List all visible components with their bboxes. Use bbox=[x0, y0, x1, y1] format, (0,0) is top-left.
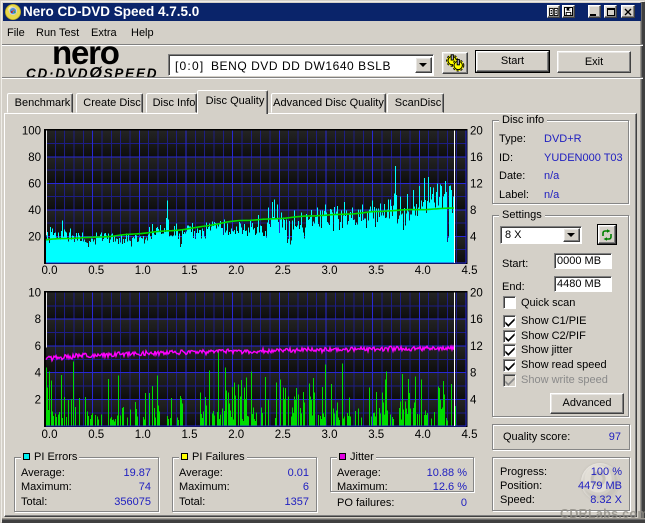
svg-text:8: 8 bbox=[470, 205, 476, 217]
svg-text:0.5: 0.5 bbox=[88, 429, 104, 441]
svg-text:20: 20 bbox=[470, 287, 483, 299]
svg-text:60: 60 bbox=[28, 178, 41, 190]
svg-text:0.5: 0.5 bbox=[88, 265, 104, 277]
svg-text:12: 12 bbox=[470, 178, 483, 190]
svg-text:2.0: 2.0 bbox=[228, 265, 244, 277]
svg-text:3.0: 3.0 bbox=[322, 429, 338, 441]
svg-text:80: 80 bbox=[28, 152, 41, 164]
svg-text:1.0: 1.0 bbox=[135, 265, 151, 277]
svg-text:6: 6 bbox=[35, 341, 41, 353]
svg-text:1.0: 1.0 bbox=[135, 429, 151, 441]
svg-text:4.0: 4.0 bbox=[415, 265, 431, 277]
svg-text:3.0: 3.0 bbox=[322, 265, 338, 277]
svg-text:20: 20 bbox=[470, 125, 483, 137]
svg-text:2.0: 2.0 bbox=[228, 429, 244, 441]
svg-text:4.0: 4.0 bbox=[415, 429, 431, 441]
svg-text:8: 8 bbox=[35, 314, 41, 326]
svg-text:1.5: 1.5 bbox=[182, 265, 198, 277]
svg-text:4: 4 bbox=[35, 368, 42, 380]
svg-text:4: 4 bbox=[470, 232, 477, 244]
svg-text:2.5: 2.5 bbox=[275, 265, 291, 277]
svg-text:16: 16 bbox=[470, 314, 483, 326]
svg-text:40: 40 bbox=[28, 205, 41, 217]
svg-text:12: 12 bbox=[470, 341, 483, 353]
svg-text:4.5: 4.5 bbox=[462, 265, 478, 277]
svg-text:16: 16 bbox=[470, 152, 483, 164]
svg-text:0.0: 0.0 bbox=[42, 265, 58, 277]
svg-text:0.0: 0.0 bbox=[42, 429, 58, 441]
svg-text:3.5: 3.5 bbox=[368, 265, 384, 277]
svg-text:20: 20 bbox=[28, 232, 41, 244]
svg-text:10: 10 bbox=[28, 287, 41, 299]
svg-text:4: 4 bbox=[470, 394, 477, 406]
svg-text:3.5: 3.5 bbox=[368, 429, 384, 441]
svg-text:2.5: 2.5 bbox=[275, 429, 291, 441]
svg-text:1.5: 1.5 bbox=[182, 429, 198, 441]
svg-text:4.5: 4.5 bbox=[462, 429, 478, 441]
svg-text:8: 8 bbox=[470, 368, 476, 380]
svg-text:2: 2 bbox=[35, 394, 41, 406]
svg-text:100: 100 bbox=[22, 125, 41, 137]
